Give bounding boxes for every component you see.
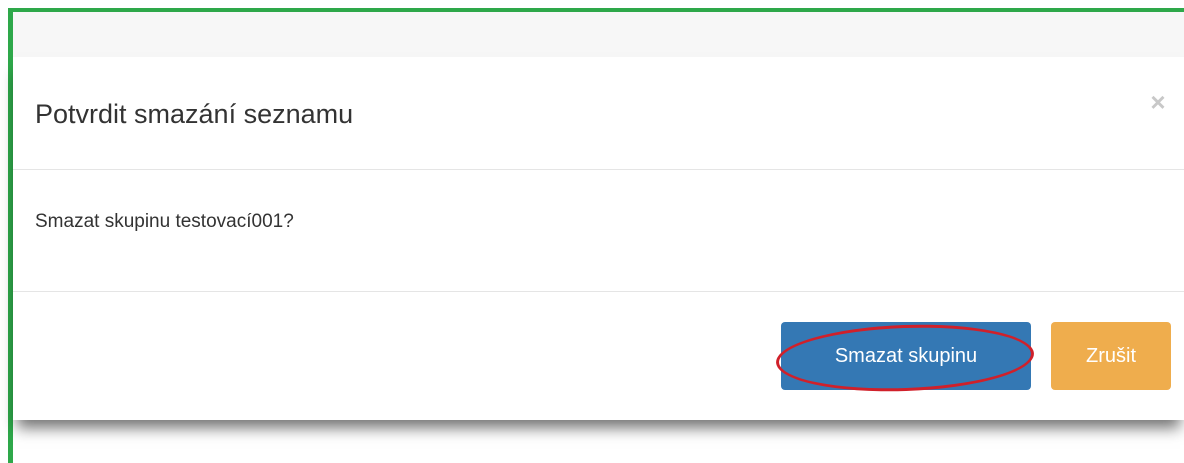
dialog-footer: Smazat skupinu Zrušit [13, 292, 1184, 420]
dialog-message: Smazat skupinu testovací001? [35, 211, 294, 232]
close-icon[interactable]: × [1146, 89, 1170, 115]
dialog-body: Smazat skupinu testovací001? [13, 170, 1184, 292]
confirm-delete-dialog: Potvrdit smazání seznamu × Smazat skupin… [13, 57, 1184, 420]
cancel-button[interactable]: Zrušit [1051, 322, 1171, 390]
page-backdrop [13, 12, 1184, 58]
dialog-title: Potvrdit smazání seznamu [35, 99, 354, 129]
highlight-frame-top [8, 8, 1184, 12]
delete-group-button[interactable]: Smazat skupinu [781, 322, 1031, 390]
dialog-header: Potvrdit smazání seznamu × [13, 57, 1184, 170]
page-background-top [0, 0, 1184, 4]
